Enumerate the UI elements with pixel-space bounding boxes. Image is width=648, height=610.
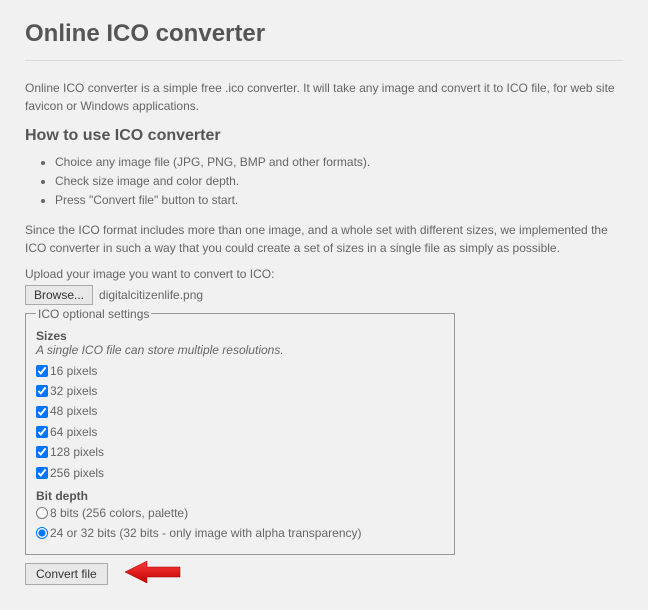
convert-file-button[interactable]: Convert file xyxy=(25,563,108,585)
bitdepth-24-32-radio[interactable] xyxy=(36,527,48,539)
step-item: Choice any image file (JPG, PNG, BMP and… xyxy=(55,153,623,172)
step-item: Check size image and color depth. xyxy=(55,172,623,191)
size-256-checkbox[interactable] xyxy=(36,467,48,479)
size-label: 128 pixels xyxy=(50,442,104,462)
size-128-checkbox[interactable] xyxy=(36,446,48,458)
sizes-heading: Sizes xyxy=(36,329,444,343)
howto-heading: How to use ICO converter xyxy=(25,127,623,145)
browse-button[interactable]: Browse... xyxy=(25,285,93,305)
step-item: Press "Convert file" button to start. xyxy=(55,191,623,210)
size-64-checkbox[interactable] xyxy=(36,426,48,438)
ico-settings-fieldset: ICO optional settings Sizes A single ICO… xyxy=(25,307,455,555)
size-32-checkbox[interactable] xyxy=(36,385,48,397)
steps-list: Choice any image file (JPG, PNG, BMP and… xyxy=(25,153,623,211)
size-label: 64 pixels xyxy=(50,422,97,442)
size-48-checkbox[interactable] xyxy=(36,406,48,418)
arrow-annotation-icon xyxy=(125,557,185,587)
description-text: Since the ICO format includes more than … xyxy=(25,221,623,257)
divider xyxy=(25,60,623,61)
upload-label: Upload your image you want to convert to… xyxy=(25,267,623,281)
size-label: 256 pixels xyxy=(50,463,104,483)
sizes-note: A single ICO file can store multiple res… xyxy=(36,343,444,357)
page-title: Online ICO converter xyxy=(25,20,623,48)
size-label: 48 pixels xyxy=(50,401,97,421)
fieldset-legend: ICO optional settings xyxy=(36,307,151,321)
size-16-checkbox[interactable] xyxy=(36,365,48,377)
bitdepth-heading: Bit depth xyxy=(36,489,444,503)
bitdepth-label: 8 bits (256 colors, palette) xyxy=(50,503,188,523)
bitdepth-8-radio[interactable] xyxy=(36,507,48,519)
size-label: 16 pixels xyxy=(50,361,97,381)
intro-text: Online ICO converter is a simple free .i… xyxy=(25,79,623,115)
selected-filename: digitalcitizenlife.png xyxy=(99,288,203,302)
size-label: 32 pixels xyxy=(50,381,97,401)
bitdepth-label: 24 or 32 bits (32 bits - only image with… xyxy=(50,523,362,543)
